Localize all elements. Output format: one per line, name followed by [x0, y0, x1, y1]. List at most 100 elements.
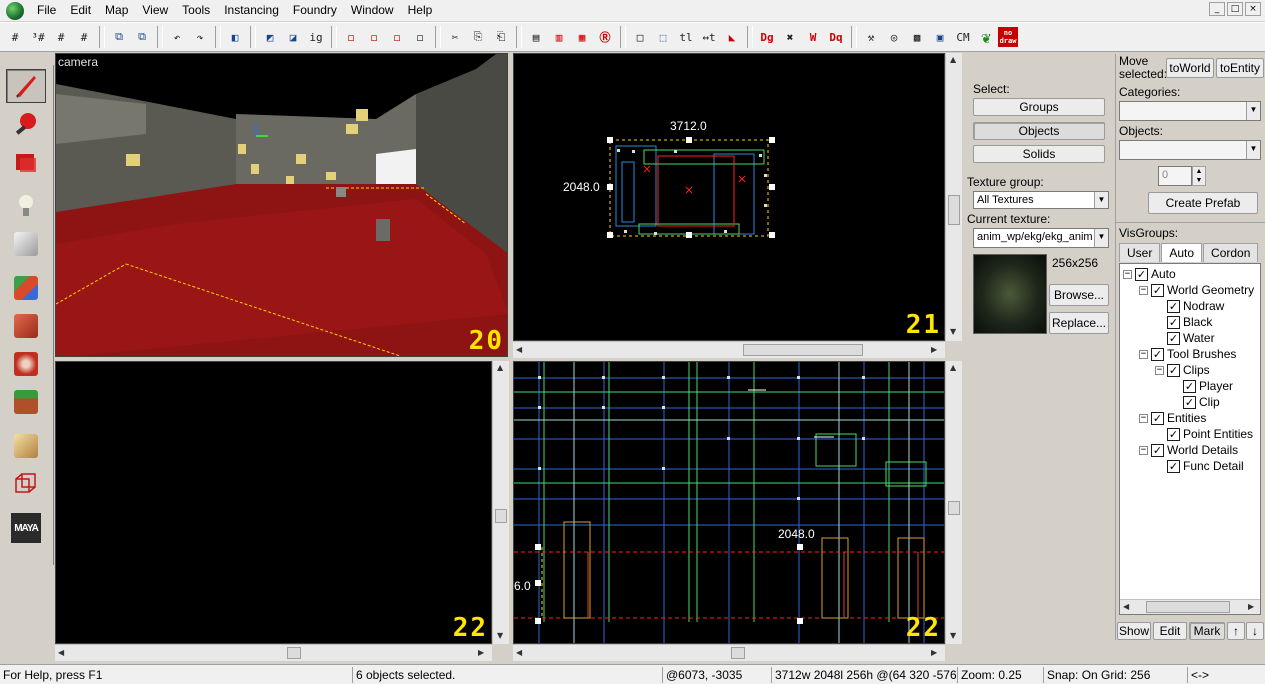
front-2d-viewport[interactable]: 22	[55, 361, 492, 644]
select-solids-button[interactable]: Solids	[973, 145, 1105, 163]
texture-tl-icon[interactable]: tl	[675, 26, 697, 48]
hazard-stripe-icon[interactable]: ▤	[525, 26, 547, 48]
visgroup-checkbox[interactable]: ✓	[1151, 443, 1164, 457]
select-groups-button[interactable]: Groups	[973, 98, 1105, 116]
texture-browser-icon[interactable]: ▩	[906, 26, 928, 48]
visgroup-tree-row[interactable]: − ✓ Clips	[1155, 362, 1210, 378]
camera-viewport[interactable]: camera 20	[55, 53, 508, 357]
visgroup-tree-row[interactable]: ✓ Point Entities	[1155, 426, 1253, 442]
visgroup-checkbox[interactable]: ✓	[1167, 459, 1180, 473]
collapse-toggle-icon[interactable]: −	[1139, 413, 1148, 423]
to-entity-button[interactable]: toEntity	[1216, 58, 1264, 78]
tab-user[interactable]: User	[1119, 243, 1161, 262]
visgroup-checkbox[interactable]: ✓	[1167, 331, 1180, 345]
selection-box-icon[interactable]: □	[629, 26, 651, 48]
top-viewport-hscroll[interactable]: ◀ ▶	[513, 341, 945, 358]
to-world-button[interactable]: toWorld	[1166, 58, 1214, 78]
minimize-button[interactable]: _	[1209, 2, 1225, 16]
visgroup-checkbox[interactable]: ✓	[1151, 411, 1164, 425]
decal-icon[interactable]: Dg	[756, 26, 778, 48]
materials-icon[interactable]: ▣	[929, 26, 951, 48]
close-button[interactable]: ×	[1245, 2, 1261, 16]
vertex-tool-icon[interactable]	[6, 467, 46, 501]
visgroup-checkbox[interactable]: ✓	[1167, 315, 1180, 329]
objects-select[interactable]: ▼	[1119, 140, 1261, 160]
texture-preview-thumbnail[interactable]	[973, 254, 1047, 334]
hide-selected-icon[interactable]: ◩	[259, 26, 281, 48]
collapse-toggle-icon[interactable]: −	[1139, 445, 1148, 455]
visgroup-tree-row[interactable]: ✓ Func Detail	[1155, 458, 1244, 474]
visgroup-tree-hscroll-thumb[interactable]	[1146, 601, 1230, 613]
visgroup-checkbox[interactable]: ✓	[1135, 267, 1148, 281]
menu-help[interactable]: Help	[401, 0, 440, 21]
selection-tool-icon[interactable]	[6, 69, 46, 103]
visgroup-tree-row[interactable]: − ✓ World Geometry	[1139, 282, 1254, 298]
apply-texture-tool-icon[interactable]	[6, 309, 46, 343]
top-viewport-vscroll[interactable]: ▲ ▼	[945, 53, 962, 341]
menu-map[interactable]: Map	[98, 0, 135, 21]
side-2d-viewport[interactable]: 2048.0 6.0 22	[513, 361, 945, 644]
show-button[interactable]: Show	[1117, 622, 1151, 640]
magnify-tool-icon[interactable]	[6, 107, 46, 141]
visgroup-tree-row[interactable]: ✓ Black	[1155, 314, 1212, 330]
cut-icon[interactable]: ✂	[444, 26, 466, 48]
decal-tool-icon[interactable]	[6, 347, 46, 381]
larger-grid-icon[interactable]: #	[73, 26, 95, 48]
align-icon[interactable]: ↔t	[698, 26, 720, 48]
spinner-arrows-icon[interactable]: ▲ ▼	[1192, 166, 1206, 186]
top-viewport-hscroll-thumb[interactable]	[743, 344, 863, 356]
group-icon[interactable]: ⧉	[108, 26, 130, 48]
collapse-toggle-icon[interactable]: −	[1139, 349, 1148, 359]
hazard-stripe-red-icon[interactable]: ▥	[548, 26, 570, 48]
side-viewport-hscroll-thumb[interactable]	[731, 647, 745, 659]
visgroup-checkbox[interactable]: ✓	[1183, 379, 1196, 393]
front-viewport-hscroll[interactable]: ◀ ▶	[55, 644, 492, 661]
visgroup-tree-hscroll[interactable]: ◀ ▶	[1120, 599, 1260, 614]
snap-icon[interactable]: ◻	[409, 26, 431, 48]
select-objects-button[interactable]: Objects	[973, 122, 1105, 140]
visgroup-tree-row[interactable]: ✓ Water	[1155, 330, 1215, 346]
create-prefab-button[interactable]: Create Prefab	[1148, 192, 1258, 214]
cubemap-button[interactable]: CM	[952, 26, 974, 48]
visgroup-checkbox[interactable]: ✓	[1151, 347, 1164, 361]
app-globe-icon[interactable]	[6, 1, 24, 20]
redo-icon[interactable]: ↷	[189, 26, 211, 48]
side-viewport-hscroll[interactable]: ◀ ▶	[513, 644, 945, 661]
visgroup-tree-row[interactable]: − ✓ Auto	[1123, 266, 1176, 282]
front-viewport-vscroll-thumb[interactable]	[495, 509, 507, 523]
menu-window[interactable]: Window	[344, 0, 401, 21]
top-viewport-vscroll-thumb[interactable]	[948, 195, 960, 225]
hide-unselected-icon[interactable]: ◪	[282, 26, 304, 48]
edit-button[interactable]: Edit	[1153, 622, 1187, 640]
visgroup-checkbox[interactable]: ✓	[1167, 427, 1180, 441]
side-viewport-vscroll[interactable]: ▲ ▼	[945, 361, 962, 644]
menu-file[interactable]: File	[30, 0, 63, 21]
top-2d-viewport[interactable]: 3712.0 2048.0 21	[513, 53, 945, 341]
ignore-groups-icon[interactable]: ig	[305, 26, 327, 48]
tab-auto[interactable]: Auto	[1161, 243, 1203, 262]
clipping-tool-icon[interactable]	[6, 429, 46, 463]
menu-tools[interactable]: Tools	[175, 0, 217, 21]
leaf-icon[interactable]: ❦	[975, 26, 997, 48]
collapse-toggle-icon[interactable]: −	[1123, 269, 1132, 279]
side-viewport-vscroll-thumb[interactable]	[948, 501, 960, 515]
tab-cordon[interactable]: Cordon	[1203, 243, 1259, 262]
selection-dashed-icon[interactable]: ⬚	[652, 26, 674, 48]
radius-icon[interactable]: Ⓡ	[594, 26, 616, 48]
menu-edit[interactable]: Edit	[63, 0, 98, 21]
restore-button[interactable]: □	[1227, 2, 1243, 16]
overlay-tool-icon[interactable]	[6, 385, 46, 419]
world-icon[interactable]: W	[802, 26, 824, 48]
texture-scale-icon[interactable]: ◻	[363, 26, 385, 48]
grid-toggle-icon[interactable]: #	[4, 26, 26, 48]
camera-tool-icon[interactable]	[6, 145, 46, 179]
ungroup-icon[interactable]: ⧉	[131, 26, 153, 48]
categories-select[interactable]: ▼	[1119, 101, 1261, 121]
texture-application-tool-icon[interactable]	[6, 271, 46, 305]
collapse-toggle-icon[interactable]: −	[1155, 365, 1164, 375]
carve-icon[interactable]: ◧	[224, 26, 246, 48]
visgroup-checkbox[interactable]: ✓	[1167, 363, 1180, 377]
browse-button[interactable]: Browse...	[1049, 284, 1109, 306]
copy-icon[interactable]: ⎘	[467, 26, 489, 48]
displacement-icon[interactable]: ◣	[721, 26, 743, 48]
